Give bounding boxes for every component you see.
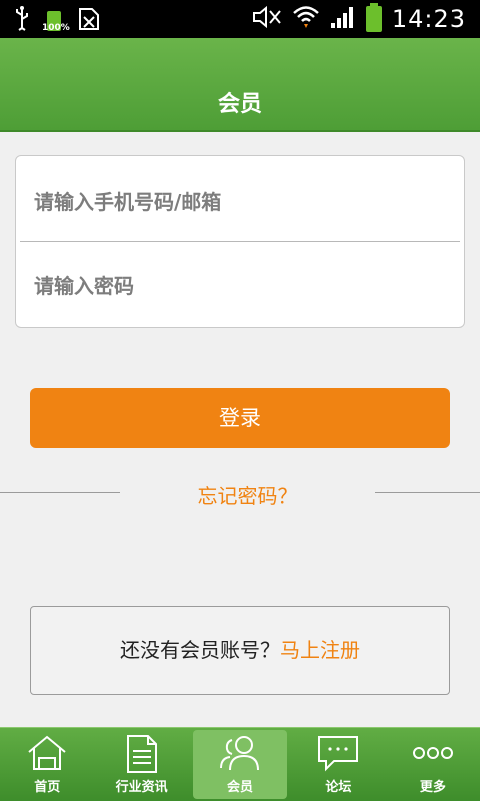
bottom-nav: 首页 行业资讯 会员 论坛 更多 <box>0 727 480 801</box>
nav-label-forum: 论坛 <box>325 780 352 795</box>
password-input[interactable] <box>34 244 446 328</box>
nav-label-more: 更多 <box>419 780 446 795</box>
register-link[interactable]: 马上注册 <box>280 638 360 662</box>
battery-icon <box>365 3 382 32</box>
status-bar: 100% 14:23 <box>0 0 480 38</box>
more-icon <box>411 734 455 776</box>
home-icon <box>26 734 68 776</box>
nav-item-news[interactable]: 行业资讯 <box>94 728 188 801</box>
users-icon <box>218 734 262 776</box>
nav-item-member[interactable]: 会员 <box>192 730 288 799</box>
battery-icon: 100% <box>42 9 70 33</box>
wifi-icon <box>292 4 320 34</box>
status-left-icons: 100% <box>14 6 100 36</box>
status-right-icons: 14:23 <box>252 3 466 34</box>
forgot-password-link[interactable]: 忘记密码？ <box>120 480 375 509</box>
mute-icon <box>252 5 282 33</box>
nav-item-more[interactable]: 更多 <box>386 728 480 801</box>
chat-icon <box>316 734 360 776</box>
clock: 14:23 <box>391 5 466 33</box>
battery-percent: 100% <box>42 23 70 33</box>
sim-icon <box>78 7 100 35</box>
nav-label-member: 会员 <box>227 780 254 795</box>
divider-right <box>375 492 480 493</box>
nav-label-news: 行业资讯 <box>115 780 168 795</box>
nav-label-home: 首页 <box>34 780 61 795</box>
nav-item-home[interactable]: 首页 <box>0 728 94 801</box>
header-bar: 会员 <box>0 38 480 132</box>
signal-icon <box>330 5 356 33</box>
login-button[interactable]: 登录 <box>30 388 450 448</box>
register-box: 还没有会员账号？马上注册 <box>30 606 450 695</box>
register-prompt: 还没有会员账号？ <box>120 638 280 662</box>
divider <box>20 241 460 242</box>
page-title: 会员 <box>217 92 262 117</box>
nav-item-forum[interactable]: 论坛 <box>291 728 385 801</box>
divider-left <box>0 492 120 493</box>
phone-email-input[interactable] <box>34 160 446 244</box>
login-form <box>15 155 465 328</box>
document-icon <box>124 734 160 778</box>
usb-icon <box>14 6 30 36</box>
